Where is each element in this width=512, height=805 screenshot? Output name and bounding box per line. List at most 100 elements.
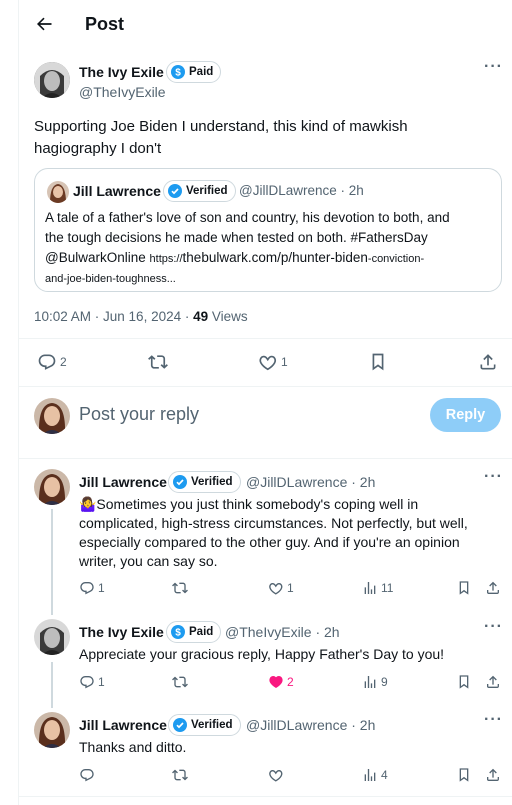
view-count: 11 [381,581,394,595]
author-handle[interactable]: @TheIvyExile [79,84,166,100]
reply-text-line: writer, you can say so. [79,553,218,569]
avatar[interactable] [34,62,70,98]
verified-badge: Verified [168,471,241,493]
badge-label: Verified [191,719,233,731]
views-count: 49 [193,309,209,324]
analytics-icon [364,676,376,688]
repost-action[interactable] [172,580,188,596]
bookmark-icon [459,768,469,782]
share-action[interactable] [485,767,501,783]
verified-badge: Verified [168,714,241,736]
share-action[interactable] [478,352,498,372]
like-action[interactable] [268,767,284,783]
like-action[interactable]: 1 [268,580,294,596]
divider [18,386,512,387]
reply-text-line: Thanks and ditto. [79,739,187,755]
quoted-post[interactable]: Jill Lawrence Verified @JillDLawrence · … [34,168,502,292]
share-action[interactable] [485,580,501,596]
reply-text-line: Appreciate your gracious reply, Happy Fa… [79,646,445,662]
avatar[interactable] [34,469,70,505]
more-options-icon[interactable]: ··· [484,618,503,636]
reply-action[interactable]: 1 [79,580,105,596]
share-action[interactable] [485,674,501,690]
analytics-icon [364,769,376,781]
reply-icon [80,676,94,689]
post-text-line: Supporting Joe Biden I understand, this … [34,118,408,135]
verified-icon [173,475,187,489]
quote-line: and-joe-biden-toughness... [45,273,176,285]
reply-handle-time[interactable]: @TheIvyExile · 2h [225,624,340,640]
like-count: 1 [281,355,288,369]
quote-handle-time: @JillDLawrence · 2h [239,183,364,198]
reply-button[interactable]: Reply [430,398,501,432]
reply-text-line: complicated, high-stress circumstances. … [79,515,468,531]
verified-badge: Verified [163,180,236,202]
like-action[interactable]: 1 [258,352,288,372]
reply-text: Appreciate your gracious reply, Happy Fa… [79,645,444,664]
reply-author-name[interactable]: Jill Lawrence [79,717,167,733]
views-action[interactable]: 11 [362,580,393,596]
repost-icon [172,582,188,594]
avatar[interactable] [34,712,70,748]
paid-badge: $ Paid [166,621,222,643]
reply-action[interactable] [79,767,98,783]
reply-text-line: especially compared to the other guy. An… [79,534,460,550]
reply-handle-time[interactable]: @JillDLawrence · 2h [246,474,375,490]
more-options-icon[interactable]: ··· [484,468,503,486]
quote-mention: @BulwarkOnline [45,250,146,265]
like-count: 2 [287,675,294,689]
reply-text: Thanks and ditto. [79,738,186,757]
views-action[interactable]: 9 [362,674,388,690]
bookmark-action[interactable] [456,580,472,596]
reply-text: 🤷‍♀️Sometimes you just think somebody's … [79,495,468,571]
repost-action[interactable] [148,352,168,372]
heart-icon [269,582,283,595]
divider [18,338,512,339]
repost-icon [172,769,188,781]
bookmark-action[interactable] [368,352,388,372]
back-button[interactable] [34,14,54,34]
quote-text: A tale of a father's love of son and cou… [45,208,497,289]
svg-text:$: $ [175,628,181,639]
divider [18,458,512,459]
heart-icon [259,355,277,371]
page-title: Post [85,14,125,34]
reply-text-line: 🤷‍♀️Sometimes you just think somebody's … [79,496,419,512]
post-timestamp[interactable]: 10:02 AM · Jun 16, 2024 · [34,309,193,324]
quote-url: thebulwark.com/p/hunter-biden [182,250,368,265]
repost-action[interactable] [172,767,188,783]
bookmark-icon [372,353,384,371]
reply-handle-time[interactable]: @JillDLawrence · 2h [246,717,375,733]
thread-line [51,662,53,708]
more-options-icon[interactable]: ··· [484,58,503,76]
repost-icon [148,355,168,369]
reply-author-name[interactable]: Jill Lawrence [79,474,167,490]
share-icon [487,768,499,781]
bookmark-action[interactable] [456,767,472,783]
dollar-icon: $ [171,65,185,79]
more-options-icon[interactable]: ··· [484,711,503,729]
post-text: Supporting Joe Biden I understand, this … [34,116,408,160]
like-action[interactable]: 2 [268,674,294,690]
paid-badge: $ Paid [166,61,222,83]
views-action[interactable]: 4 [362,767,388,783]
reply-icon [38,354,56,370]
thread-line [51,509,53,615]
reply-author-name[interactable]: The Ivy Exile [79,624,164,640]
reply-action[interactable]: 2 [37,352,67,372]
badge-label: Verified [186,185,228,197]
reply-count: 2 [60,355,67,369]
author-name[interactable]: The Ivy Exile [79,64,164,80]
avatar[interactable] [34,619,70,655]
view-count: 4 [381,768,388,782]
repost-action[interactable] [172,674,188,690]
avatar [34,398,70,434]
heart-filled-icon [269,675,283,688]
like-count: 1 [287,581,294,595]
reply-action[interactable]: 1 [79,674,105,690]
reply-input[interactable]: Post your reply [79,404,409,425]
bookmark-action[interactable] [456,674,472,690]
quote-url-tail: -conviction- [367,253,425,265]
quote-line: A tale of a father's love of son and cou… [45,210,450,225]
analytics-icon [364,582,376,594]
